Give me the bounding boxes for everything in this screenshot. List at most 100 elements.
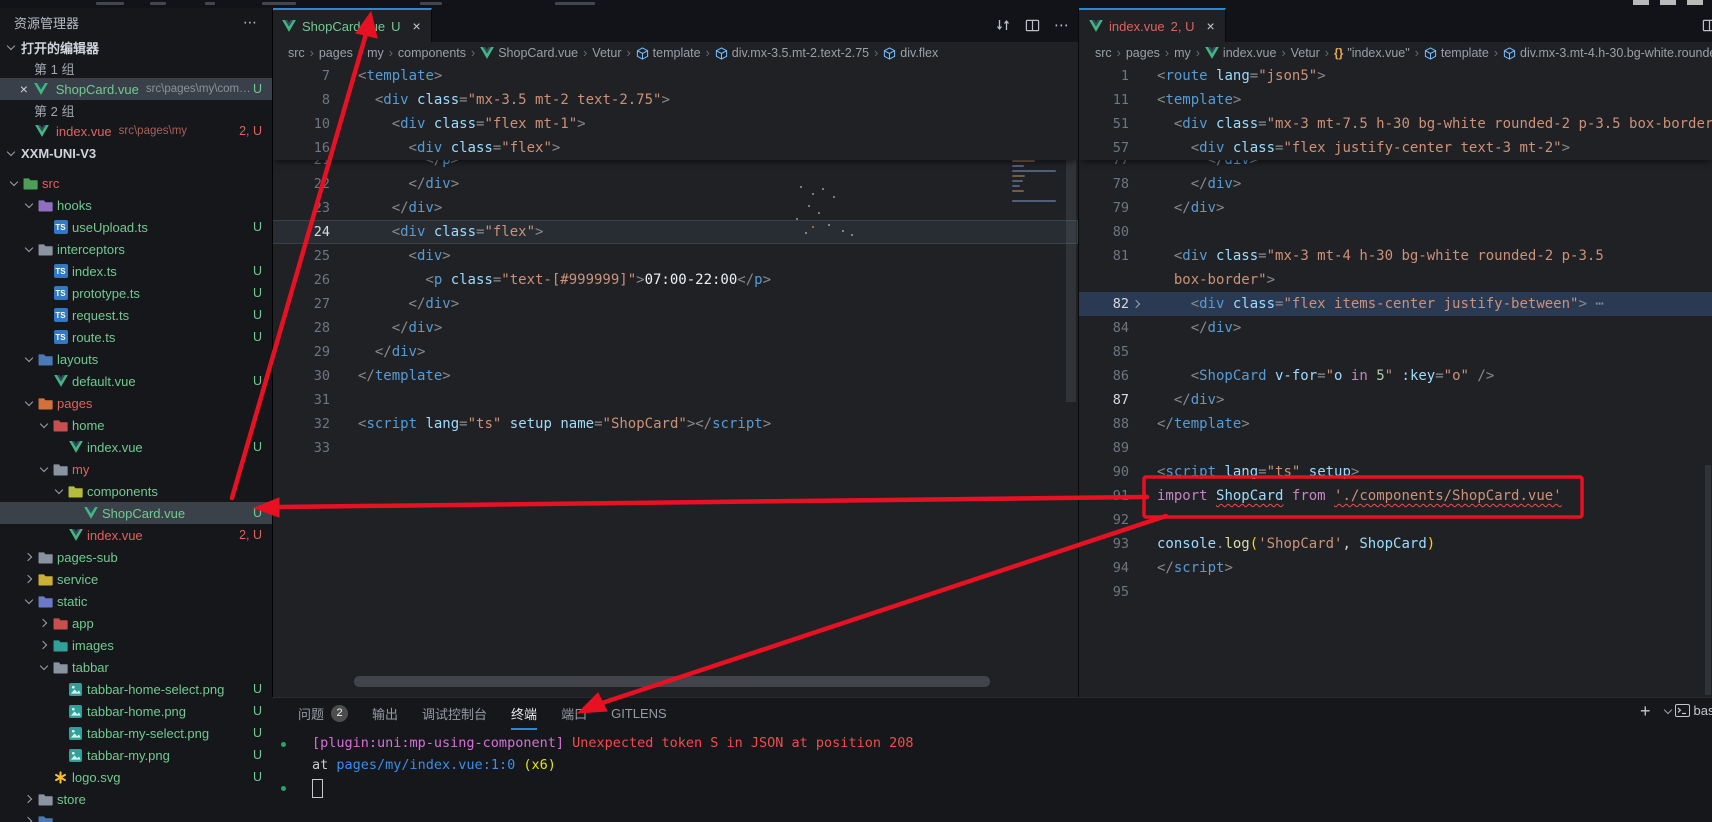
tree-item-index.vue[interactable]: index.vue2, U: [0, 524, 272, 546]
chevron-slot[interactable]: [21, 354, 36, 364]
code-line-23[interactable]: 23</div>: [272, 196, 1078, 220]
terminal-output[interactable]: [plugin:uni:mp-using-component] Unexpect…: [312, 732, 913, 798]
code-line-27[interactable]: 27</div>: [272, 292, 1078, 316]
panel-tab-GITLENS[interactable]: GITLENS: [611, 698, 667, 730]
chevron-slot[interactable]: [21, 398, 36, 408]
tree-item-interceptors[interactable]: interceptors: [0, 238, 272, 260]
chevron-slot[interactable]: [36, 618, 51, 628]
chevron-slot[interactable]: [36, 662, 51, 672]
tab-shopcard-vue[interactable]: ShopCard.vue U ×: [272, 8, 432, 42]
code-editor-shopcard[interactable]: 21</p>22</div>23</div>24<div class="flex…: [272, 64, 1078, 697]
code-line-94[interactable]: 94</script>: [1079, 556, 1712, 580]
code-line-25[interactable]: 25<div>: [272, 244, 1078, 268]
code-editor-index[interactable]: 77</div>78</div>79</div>8081<div class="…: [1079, 64, 1712, 697]
breadcrumb-item-components[interactable]: components: [398, 46, 466, 60]
code-line-11[interactable]: 11<template>: [1079, 88, 1712, 112]
scrollbar-horizontal-left[interactable]: [354, 676, 990, 687]
tab-index-vue[interactable]: index.vue 2, U ×: [1079, 8, 1226, 42]
tree-item-tabbar-my-select.png[interactable]: tabbar-my-select.pngU: [0, 722, 272, 744]
split-editor-icon[interactable]: [1702, 18, 1712, 33]
code-line-92[interactable]: 92: [1079, 508, 1712, 532]
code-line-wrap[interactable]: box-border">: [1079, 268, 1712, 292]
chevron-slot[interactable]: [21, 596, 36, 606]
tree-item-images[interactable]: images: [0, 634, 272, 656]
chevron-slot[interactable]: [21, 552, 36, 562]
tree-item-clipped[interactable]: [0, 810, 272, 822]
chevron-slot[interactable]: [21, 574, 36, 584]
workspace-section[interactable]: XXM-UNI-V3: [0, 142, 272, 164]
code-line-85[interactable]: 85: [1079, 340, 1712, 364]
open-editors-section[interactable]: 打开的编辑器: [0, 36, 272, 58]
breadcrumb-item-div.mx-3.mt-4.h-30.bg-white.rounded-2[interactable]: div.mx-3.mt-4.h-30.bg-white.rounded-2: [1503, 46, 1712, 60]
tree-item-index.vue[interactable]: index.vueU: [0, 436, 272, 458]
tree-item-layouts[interactable]: layouts: [0, 348, 272, 370]
terminal-shell-icon[interactable]: bash: [1675, 703, 1712, 718]
tree-item-prototype.ts[interactable]: TSprototype.tsU: [0, 282, 272, 304]
new-terminal-icon[interactable]: +: [1640, 704, 1651, 718]
breadcrumb-item-ShopCard.vue[interactable]: ShopCard.vue: [480, 46, 578, 60]
window-maximize-button[interactable]: [1660, 0, 1676, 5]
code-line-79[interactable]: 79</div>: [1079, 196, 1712, 220]
tree-item-useUpload.ts[interactable]: TSuseUpload.tsU: [0, 216, 272, 238]
code-line-90[interactable]: 90<script lang="ts" setup>: [1079, 460, 1712, 484]
tree-item-service[interactable]: service: [0, 568, 272, 590]
panel-tab-输出[interactable]: 输出: [372, 698, 398, 730]
scrollbar-vertical-right[interactable]: [1703, 120, 1712, 697]
close-icon[interactable]: ×: [16, 81, 32, 97]
code-line-78[interactable]: 78</div>: [1079, 172, 1712, 196]
breadcrumb-item-div.flex[interactable]: div.flex: [883, 46, 938, 60]
breadcrumb-item-index.vue[interactable]: {}"index.vue": [1334, 46, 1410, 60]
code-line-95[interactable]: 95: [1079, 580, 1712, 604]
code-line-10[interactable]: 10<div class="flex mt-1">: [272, 112, 1078, 136]
code-line-81[interactable]: 81<div class="mx-3 mt-4 h-30 bg-white ro…: [1079, 244, 1712, 268]
code-line-80[interactable]: 80: [1079, 220, 1712, 244]
panel-tab-终端[interactable]: 终端: [511, 698, 537, 730]
chevron-slot[interactable]: [36, 640, 51, 650]
code-line-57[interactable]: 57<div class="flex justify-center text-3…: [1079, 136, 1712, 160]
tree-item-default.vue[interactable]: default.vueU: [0, 370, 272, 392]
explorer-more-actions-icon[interactable]: ⋯: [243, 14, 258, 31]
more-actions-icon[interactable]: ⋯: [1054, 16, 1070, 34]
code-line-28[interactable]: 28</div>: [272, 316, 1078, 340]
code-line-87[interactable]: 87</div>: [1079, 388, 1712, 412]
panel-tab-端口[interactable]: 端口: [561, 698, 587, 730]
fold-chevron-icon[interactable]: [1129, 299, 1145, 309]
code-line-16[interactable]: 16<div class="flex">: [272, 136, 1078, 160]
tree-item-my[interactable]: my: [0, 458, 272, 480]
tree-item-tabbar-my.png[interactable]: tabbar-my.pngU: [0, 744, 272, 766]
code-line-82[interactable]: 82<div class="flex items-center justify-…: [1079, 292, 1712, 316]
tree-item-pages-sub[interactable]: pages-sub: [0, 546, 272, 568]
code-line-31[interactable]: 31: [272, 388, 1078, 412]
breadcrumb-item-template[interactable]: template: [636, 46, 701, 60]
code-line-22[interactable]: 22</div>: [272, 172, 1078, 196]
panel-tab-问题[interactable]: 问题2: [298, 698, 348, 730]
breadcrumb-item-src[interactable]: src: [1095, 46, 1112, 60]
tree-item-tabbar-home.png[interactable]: tabbar-home.pngU: [0, 700, 272, 722]
breadcrumb-item-Vetur[interactable]: Vetur: [592, 46, 621, 60]
code-line-51[interactable]: 51<div class="mx-3 mt-7.5 h-30 bg-white …: [1079, 112, 1712, 136]
code-line-93[interactable]: 93console.log('ShopCard', ShopCard): [1079, 532, 1712, 556]
chevron-slot[interactable]: [36, 464, 51, 474]
chevron-slot[interactable]: [51, 486, 66, 496]
code-line-91[interactable]: 91import ShopCard from './components/Sho…: [1079, 484, 1712, 508]
breadcrumb-item-my[interactable]: my: [367, 46, 384, 60]
breadcrumb-item-div.mx-3.5.mt-2.text-2.75[interactable]: div.mx-3.5.mt-2.text-2.75: [715, 46, 869, 60]
chevron-slot[interactable]: [21, 816, 36, 822]
tree-item-request.ts[interactable]: TSrequest.tsU: [0, 304, 272, 326]
tree-item-components[interactable]: components: [0, 480, 272, 502]
breadcrumb-item-pages[interactable]: pages: [319, 46, 353, 60]
tree-item-tabbar[interactable]: tabbar: [0, 656, 272, 678]
code-line-88[interactable]: 88</template>: [1079, 412, 1712, 436]
code-line-30[interactable]: 30</template>: [272, 364, 1078, 388]
tree-item-tabbar-home-select.png[interactable]: tabbar-home-select.pngU: [0, 678, 272, 700]
tree-item-pages[interactable]: pages: [0, 392, 272, 414]
code-line-84[interactable]: 84</div>: [1079, 316, 1712, 340]
breadcrumb-item-Vetur[interactable]: Vetur: [1291, 46, 1320, 60]
code-line-1[interactable]: 1<route lang="json5">: [1079, 64, 1712, 88]
chevron-slot[interactable]: [21, 244, 36, 254]
breadcrumb-item-index.vue[interactable]: index.vue: [1205, 46, 1277, 60]
tree-item-ShopCard.vue[interactable]: ShopCard.vueU: [0, 502, 272, 524]
code-line-32[interactable]: 32<script lang="ts" setup name="ShopCard…: [272, 412, 1078, 436]
code-line-33[interactable]: 33: [272, 436, 1078, 460]
code-line-29[interactable]: 29</div>: [272, 340, 1078, 364]
